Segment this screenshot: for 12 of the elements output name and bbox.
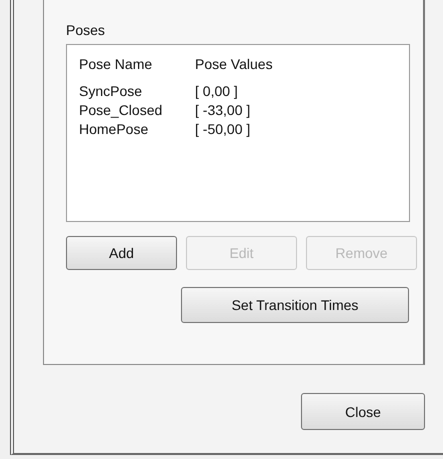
pose-name[interactable]: HomePose [79, 120, 195, 139]
column-header[interactable]: Pose Values [195, 55, 273, 74]
pose-values: [ -50,00 ] [195, 120, 250, 139]
action-button[interactable]: Add [66, 236, 177, 270]
set-transition-times-button[interactable]: Set Transition Times [181, 287, 409, 323]
pose-name[interactable]: SyncPose [79, 82, 195, 101]
close-button[interactable]: Close [301, 393, 425, 430]
pose-values: [ -33,00 ] [195, 101, 250, 120]
pose-name[interactable]: Pose_Closed [79, 101, 195, 120]
group-title: Poses [66, 22, 105, 38]
column-header[interactable]: Pose Name [79, 55, 195, 74]
pose-values: [ 0,00 ] [195, 82, 238, 101]
